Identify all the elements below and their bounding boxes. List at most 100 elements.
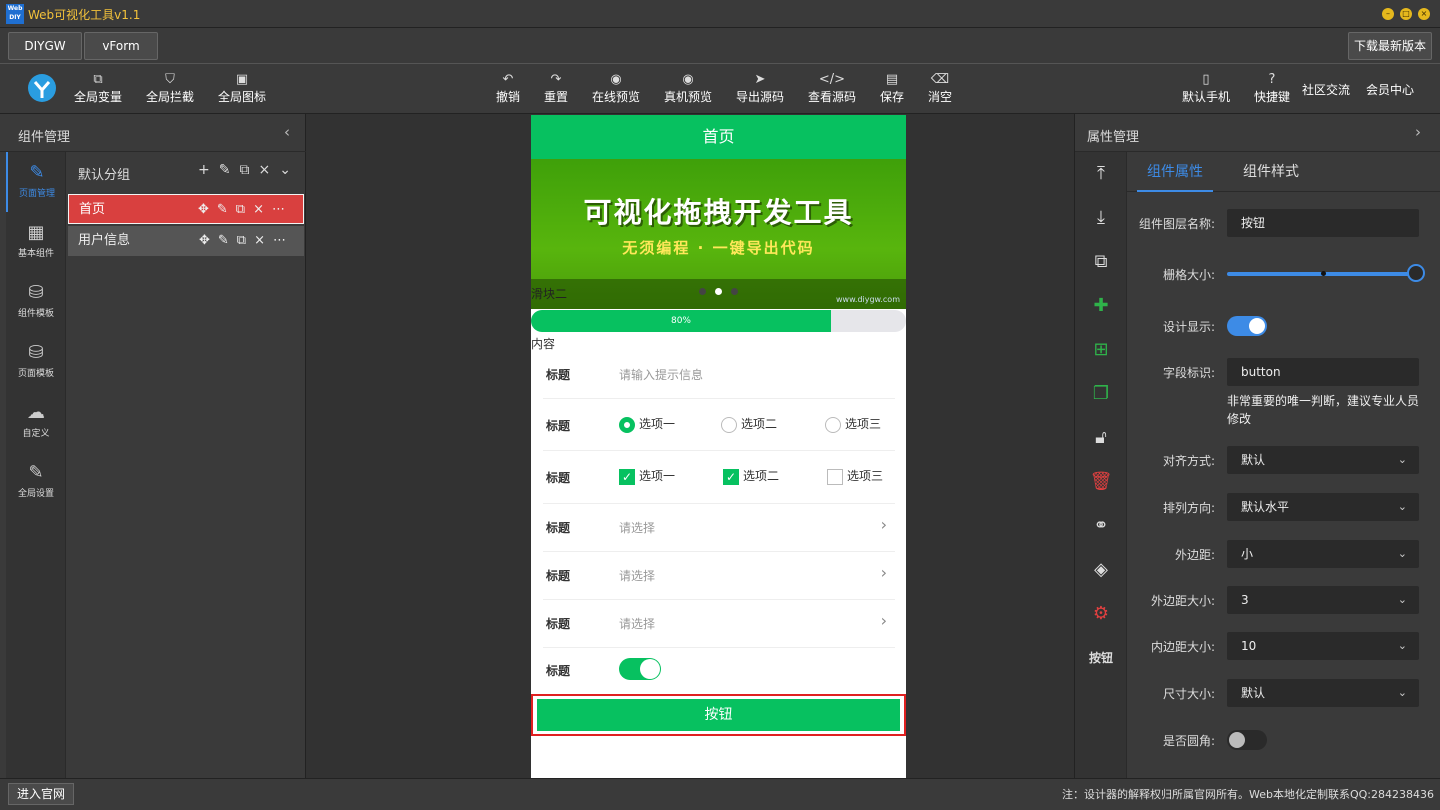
device-preview-button[interactable]: ◉ 真机预览 <box>662 72 714 105</box>
checkbox-option-1[interactable]: ✓ 选项一 <box>619 467 675 485</box>
tab-component-style[interactable]: 组件样式 <box>1233 152 1309 192</box>
chevron-down-icon: ⌄ <box>1397 639 1407 652</box>
status-text: 注：设计器的解释权归所属官网所有。Web本地化定制联系QQ:284238436 <box>1062 788 1434 801</box>
nav-global-settings[interactable]: ✎ 全局设置 <box>6 452 66 512</box>
page-item-user-info[interactable]: 用户信息 ✥✎⧉×⋯ <box>68 226 304 256</box>
design-show-switch[interactable] <box>1227 316 1267 336</box>
close-icon[interactable]: × <box>253 202 272 217</box>
form-row-select-1[interactable]: 标题 请选择 › <box>543 504 895 552</box>
slide-dot-active[interactable] <box>715 288 722 295</box>
switch-toggle[interactable] <box>619 658 661 680</box>
online-preview-button[interactable]: ◉ 在线预览 <box>590 72 642 105</box>
nav-label: 页面管理 <box>18 189 55 199</box>
form-row-select-3[interactable]: 标题 请选择 › <box>543 600 895 648</box>
move-icon[interactable]: ✥ <box>199 233 218 248</box>
banner-swiper[interactable]: 可视化拖拽开发工具 无须编程 · 一键导出代码 滑块二 www.diygw.co… <box>531 159 906 309</box>
margin-select[interactable]: 小 ⌄ <box>1227 540 1419 568</box>
more-icon[interactable]: ⋯ <box>272 202 293 217</box>
tab-component-props[interactable]: 组件属性 <box>1137 152 1213 192</box>
global-variables-button[interactable]: ⧉ 全局变量 <box>72 72 124 105</box>
minimize-icon[interactable]: – <box>1382 8 1394 20</box>
database-icon: ⛁ <box>28 282 44 303</box>
phone-icon: ▯ <box>1202 72 1210 87</box>
title-bar: Web DIY Web可视化工具v1.1 – □ × <box>0 0 1440 28</box>
global-icons-button[interactable]: ▣ 全局图标 <box>216 72 268 105</box>
chevron-down-icon[interactable]: ⌄ <box>279 162 300 178</box>
view-source-button[interactable]: </> 查看源码 <box>806 72 858 105</box>
text-input[interactable]: 请输入提示信息 <box>619 366 703 383</box>
nav-custom[interactable]: ☁ 自定义 <box>6 392 66 452</box>
default-phone-button[interactable]: ▯ 默认手机 <box>1180 72 1232 105</box>
global-intercept-button[interactable]: ⛉ 全局拦截 <box>144 72 196 105</box>
copy-icon[interactable]: ⧉ <box>239 162 258 178</box>
radio-option-3[interactable]: 选项三 <box>825 415 881 433</box>
page-actions: ✥✎⧉×⋯ <box>198 195 293 225</box>
copy-icon[interactable]: ⧉ <box>236 202 253 217</box>
slide-dot[interactable] <box>699 288 706 295</box>
save-button[interactable]: ▤ 保存 <box>878 72 906 105</box>
download-latest-button[interactable]: 下载最新版本 <box>1348 32 1432 60</box>
close-icon[interactable]: × <box>254 233 273 248</box>
export-source-button[interactable]: ➤ 导出源码 <box>734 72 786 105</box>
eye-icon: ◉ <box>682 72 694 87</box>
tab-vform[interactable]: vForm <box>84 32 158 60</box>
community-link[interactable]: 社区交流 <box>1300 81 1352 98</box>
form-row-select-2[interactable]: 标题 请选择 › <box>543 552 895 600</box>
banner-title: 可视化拖拽开发工具 <box>583 196 854 229</box>
align-select[interactable]: 默认 ⌄ <box>1227 446 1419 474</box>
edit-icon[interactable]: ✎ <box>217 202 236 217</box>
nav-label: 页面模板 <box>17 369 54 379</box>
visit-site-button[interactable]: 进入官网 <box>8 783 74 805</box>
close-icon[interactable]: × <box>1418 8 1430 20</box>
edit-icon[interactable]: ✎ <box>219 162 240 178</box>
field-label: 标题 <box>546 419 571 433</box>
more-icon[interactable]: ⋯ <box>273 233 294 248</box>
tab-diygw[interactable]: DIYGW <box>8 32 82 60</box>
direction-select[interactable]: 默认水平 ⌄ <box>1227 493 1419 521</box>
nav-component-templates[interactable]: ⛁ 组件模板 <box>6 272 66 332</box>
field-id-input[interactable]: button <box>1227 358 1419 386</box>
shortcuts-button[interactable]: ? 快捷键 <box>1252 72 1292 105</box>
size-select[interactable]: 默认 ⌄ <box>1227 679 1419 707</box>
prop-label-padding-size: 内边距大小: <box>1150 640 1215 654</box>
nav-basic-components[interactable]: ▦ 基本组件 <box>6 212 66 272</box>
move-up-icon[interactable]: ⤒ <box>1075 152 1127 196</box>
select-value: 10 <box>1241 639 1257 653</box>
checkbox-option-2[interactable]: ✓ 选项二 <box>723 467 779 485</box>
nav-page-manager[interactable]: ✎ 页面管理 <box>6 152 66 212</box>
member-center-link[interactable]: 会员中心 <box>1364 81 1416 98</box>
margin-size-select[interactable]: 3 ⌄ <box>1227 586 1419 614</box>
add-icon[interactable]: + <box>198 162 219 178</box>
edit-icon[interactable]: ✎ <box>218 233 237 248</box>
phone-header-title[interactable]: 首页 <box>531 115 906 159</box>
radio-option-2[interactable]: 选项二 <box>721 415 777 433</box>
radio-unchecked-icon <box>721 416 737 433</box>
grid-size-slider[interactable] <box>1227 264 1425 282</box>
slide-dot[interactable] <box>731 288 738 295</box>
layer-name-input[interactable]: 按钮 <box>1227 209 1419 237</box>
move-icon[interactable]: ✥ <box>198 202 217 217</box>
radio-option-label: 选项三 <box>845 417 882 431</box>
close-icon[interactable]: × <box>258 162 279 178</box>
checkbox-option-3[interactable]: 选项三 <box>827 467 883 485</box>
radio-option-1[interactable]: 选项一 <box>619 415 675 433</box>
maximize-icon[interactable]: □ <box>1400 8 1412 20</box>
page-item-home[interactable]: 首页 ✥✎⧉×⋯ <box>68 194 304 224</box>
rounded-switch[interactable] <box>1227 730 1267 750</box>
nav-label: 自定义 <box>22 429 50 439</box>
group-actions: +✎⧉×⌄ <box>198 162 300 178</box>
nav-page-templates[interactable]: ⛁ 页面模板 <box>6 332 66 392</box>
checkbox-unchecked-icon <box>827 468 843 485</box>
padding-size-select[interactable]: 10 ⌄ <box>1227 632 1419 660</box>
phone-button[interactable]: 按钮 <box>537 699 900 731</box>
undo-button[interactable]: ↶ 撤销 <box>494 72 522 105</box>
collapse-left-icon[interactable]: ‹ <box>284 123 290 141</box>
chevron-right-icon: › <box>880 515 887 534</box>
clear-button[interactable]: ⌫ 消空 <box>926 72 954 105</box>
redo-button[interactable]: ↷ 重置 <box>542 72 570 105</box>
trash-icon: ⌫ <box>930 72 950 87</box>
collapse-right-icon[interactable]: › <box>1415 123 1421 141</box>
global-icons-label: 全局图标 <box>217 90 266 104</box>
slider-handle[interactable] <box>1407 264 1425 282</box>
copy-icon[interactable]: ⧉ <box>237 233 254 248</box>
